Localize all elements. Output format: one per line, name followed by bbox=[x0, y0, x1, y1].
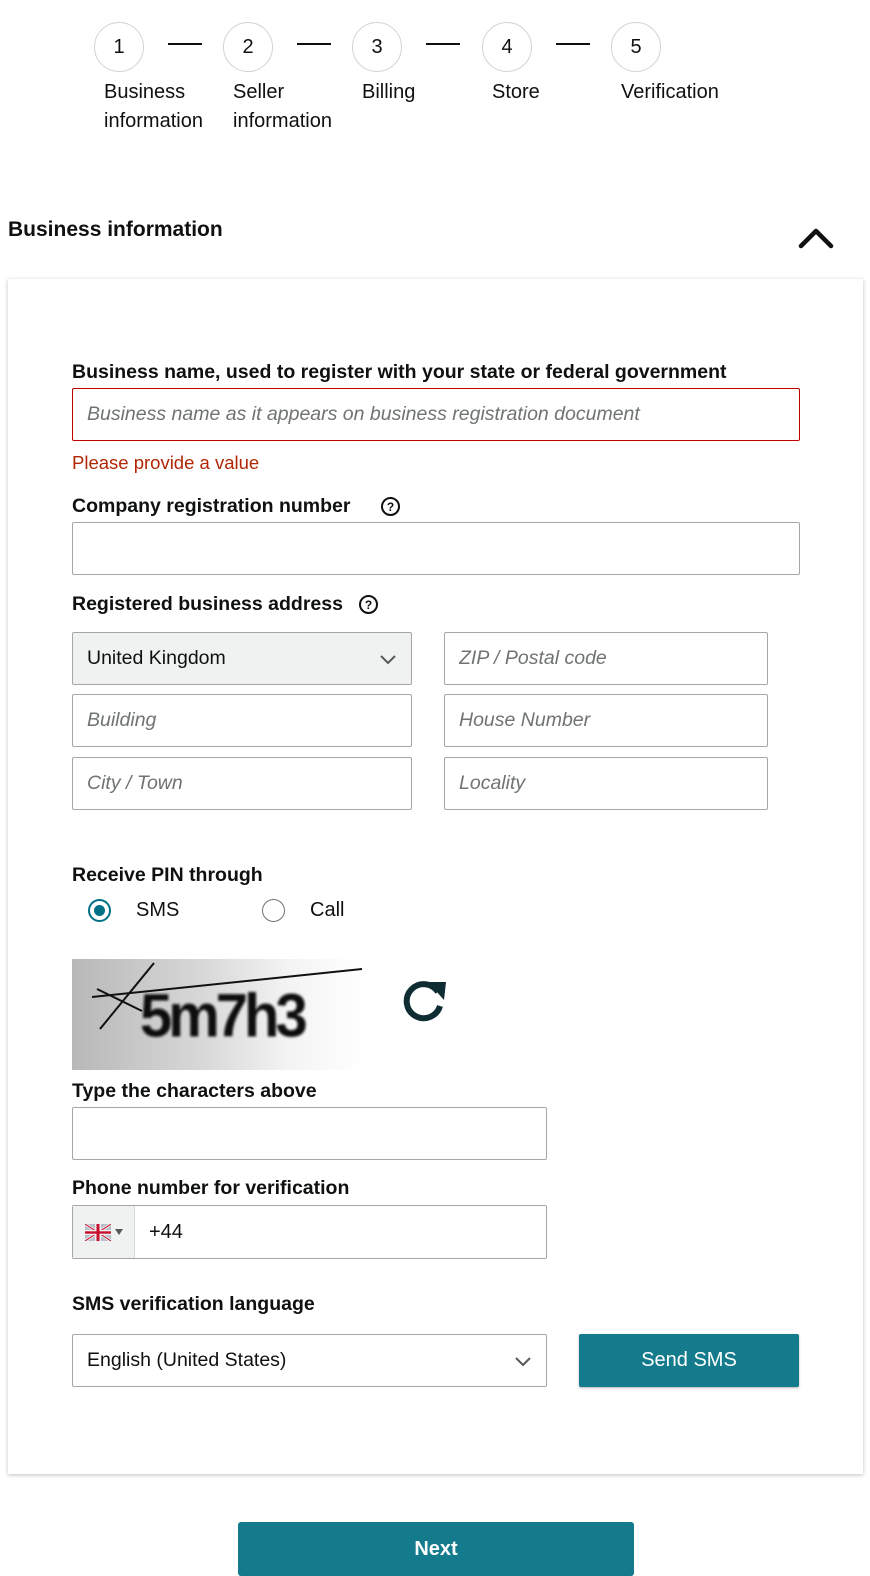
step-connector bbox=[297, 43, 331, 45]
zip-field[interactable] bbox=[444, 632, 768, 685]
step-2-label-line1: Seller bbox=[233, 81, 285, 103]
chevron-down-icon bbox=[515, 1356, 531, 1366]
step-2-label-line2: information bbox=[233, 110, 332, 132]
sms-radio-label[interactable]: SMS bbox=[136, 899, 179, 922]
call-radio[interactable] bbox=[262, 899, 285, 922]
step-1-label-line2: information bbox=[104, 110, 203, 132]
building-field[interactable] bbox=[72, 694, 412, 747]
chevron-down-icon bbox=[380, 654, 396, 664]
step-5-number: 5 bbox=[630, 35, 642, 58]
company-reg-field[interactable] bbox=[72, 522, 800, 575]
question-circle-icon[interactable]: ? bbox=[359, 595, 378, 614]
step-1-label-line1: Business bbox=[104, 81, 186, 103]
city-field[interactable] bbox=[72, 757, 412, 810]
house-number-input[interactable] bbox=[459, 695, 753, 746]
locality-input[interactable] bbox=[459, 758, 753, 809]
captcha-text: 5m7h3 bbox=[140, 981, 306, 1050]
business-name-label: Business name, used to register with you… bbox=[72, 361, 727, 383]
business-name-field[interactable] bbox=[72, 388, 800, 441]
step-1-number: 1 bbox=[113, 35, 125, 58]
zip-input[interactable] bbox=[459, 633, 753, 684]
phone-input[interactable]: +44 bbox=[135, 1206, 183, 1258]
step-4-label: Store bbox=[492, 78, 540, 107]
city-input[interactable] bbox=[87, 758, 397, 809]
pin-label: Receive PIN through bbox=[72, 864, 263, 886]
captcha-input-label: Type the characters above bbox=[72, 1080, 317, 1102]
next-button[interactable]: Next bbox=[238, 1522, 634, 1576]
step-1-circle: 1 bbox=[94, 22, 144, 72]
section-title: Business information bbox=[8, 218, 223, 241]
step-2-label: Seller information bbox=[233, 78, 332, 136]
step-5-label-line1: Verification bbox=[621, 81, 719, 103]
uk-flag-icon bbox=[84, 1223, 111, 1241]
phone-field[interactable]: +44 bbox=[72, 1205, 547, 1259]
house-number-field[interactable] bbox=[444, 694, 768, 747]
locality-field[interactable] bbox=[444, 757, 768, 810]
step-2-number: 2 bbox=[242, 35, 254, 58]
step-3-number: 3 bbox=[371, 35, 383, 58]
send-sms-button[interactable]: Send SMS bbox=[579, 1334, 799, 1387]
caret-down-icon bbox=[114, 1229, 123, 1235]
captcha-input[interactable] bbox=[87, 1108, 532, 1159]
address-label: Registered business address bbox=[72, 593, 343, 615]
step-connector bbox=[426, 43, 460, 45]
step-3-label-line1: Billing bbox=[362, 81, 416, 103]
business-name-error: Please provide a value bbox=[72, 452, 260, 473]
captcha-image: 5m7h3 bbox=[72, 959, 364, 1070]
sms-language-value: English (United States) bbox=[87, 1349, 287, 1371]
call-radio-label[interactable]: Call bbox=[310, 899, 344, 922]
refresh-icon[interactable] bbox=[398, 974, 450, 1026]
step-3-circle: 3 bbox=[352, 22, 402, 72]
step-connector bbox=[556, 43, 590, 45]
step-1-label: Business information bbox=[104, 78, 203, 136]
captcha-field[interactable] bbox=[72, 1107, 547, 1160]
question-circle-icon[interactable]: ? bbox=[381, 497, 400, 516]
step-4-circle: 4 bbox=[482, 22, 532, 72]
step-5-circle: 5 bbox=[611, 22, 661, 72]
country-select-value: United Kingdom bbox=[87, 647, 226, 669]
step-2-circle: 2 bbox=[223, 22, 273, 72]
company-reg-label: Company registration number bbox=[72, 495, 351, 517]
step-4-label-line1: Store bbox=[492, 81, 540, 103]
business-name-input[interactable] bbox=[87, 389, 785, 440]
step-5-label: Verification bbox=[621, 78, 719, 107]
phone-label: Phone number for verification bbox=[72, 1177, 350, 1199]
chevron-up-icon[interactable] bbox=[796, 222, 836, 252]
country-select[interactable]: United Kingdom bbox=[72, 632, 412, 685]
building-input[interactable] bbox=[87, 695, 397, 746]
sms-radio[interactable] bbox=[88, 899, 111, 922]
country-code-dropdown[interactable] bbox=[73, 1206, 135, 1258]
step-4-number: 4 bbox=[501, 35, 513, 58]
sms-language-label: SMS verification language bbox=[72, 1293, 315, 1315]
sms-language-select[interactable]: English (United States) bbox=[72, 1334, 547, 1387]
company-reg-input[interactable] bbox=[87, 523, 785, 574]
step-connector bbox=[168, 43, 202, 45]
step-3-label: Billing bbox=[362, 78, 415, 107]
